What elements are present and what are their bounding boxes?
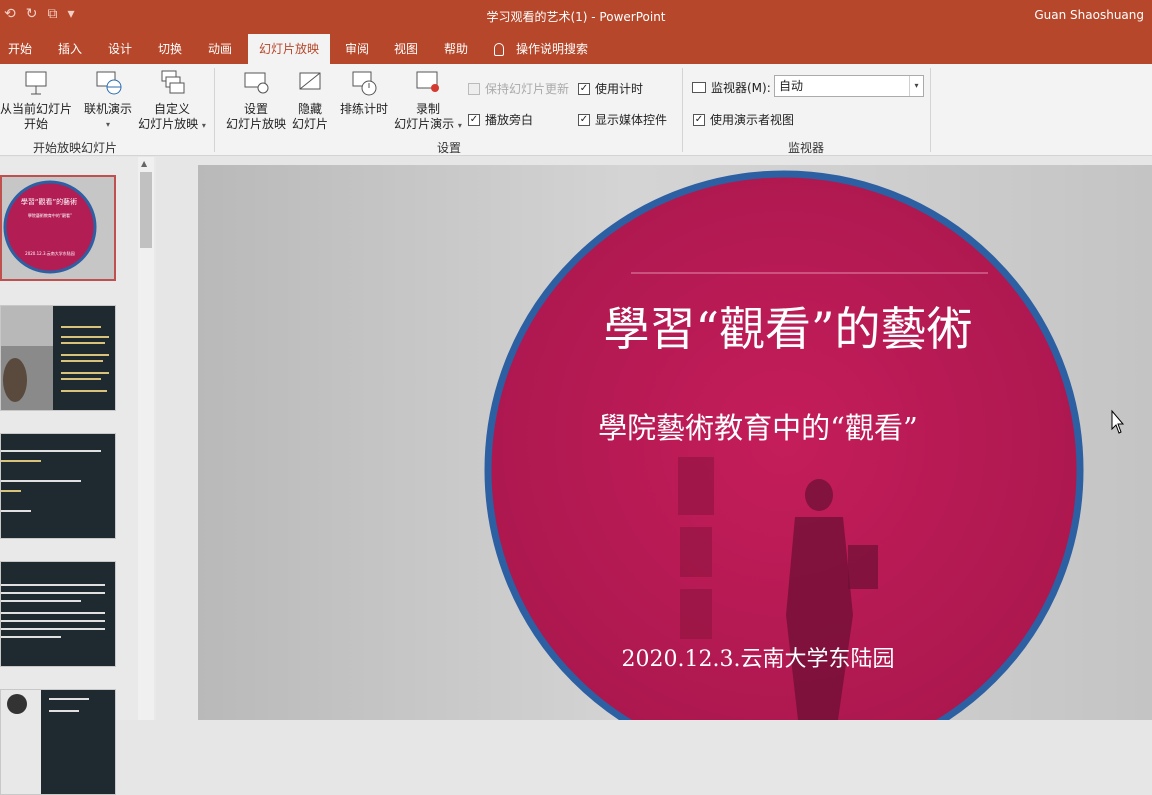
scroll-up-arrow-icon[interactable]: ▲	[141, 159, 147, 168]
slide-thumbnail-3[interactable]	[0, 433, 116, 539]
group-label-setup: 设置	[436, 141, 461, 155]
slide-canvas[interactable]: 學習“觀看”的藝術 學院藝術教育中的“觀看” 2020.12.3.云南大学东陆园	[198, 165, 1152, 720]
use-timings-checkbox[interactable]: ✓ 使用计时	[578, 80, 643, 97]
from-current-slide-button[interactable]: 从当前幻灯片 开始	[0, 68, 72, 132]
chevron-down-icon: ▾	[105, 120, 110, 129]
thumbnail-subtitle: 學院藝術教育中的“觀看”	[27, 213, 73, 218]
slide-thumbnail-2[interactable]	[0, 305, 116, 411]
record-icon	[413, 68, 443, 98]
monitor-select[interactable]: 自动 ▾	[774, 75, 924, 97]
checkmark-icon: ✓	[578, 113, 590, 126]
tell-me-search[interactable]: 操作说明搜索	[494, 34, 604, 64]
stopwatch-icon	[349, 68, 379, 98]
thumbnail-title: 學習“觀看”的藝術	[20, 198, 78, 206]
slide-thumbnail-1[interactable]: 學習“觀看”的藝術 學院藝術教育中的“觀看” 2020.12.3.云南大学东陆园	[0, 175, 116, 281]
record-slideshow-button[interactable]: 录制 幻灯片演示 ▾	[392, 68, 464, 133]
hide-slide-button[interactable]: 隐藏 幻灯片	[290, 68, 330, 132]
slide-thumbnail-4[interactable]	[0, 561, 116, 667]
scrollbar-thumb[interactable]	[140, 172, 152, 248]
user-name[interactable]: Guan Shaoshuang	[1034, 8, 1144, 22]
keep-slides-updated-checkbox[interactable]: 保持幻灯片更新	[468, 80, 569, 97]
chevron-down-icon: ▾	[457, 121, 462, 130]
slide-thumbnail-pane: 學習“觀看”的藝術 學院藝術教育中的“觀看” 2020.12.3.云南大学东陆园	[0, 157, 156, 795]
tab-design[interactable]: 设计	[100, 34, 140, 64]
tab-help[interactable]: 帮助	[436, 34, 476, 64]
rehearse-timings-button[interactable]: 排练计时	[336, 68, 392, 117]
thumbnail-slide-art	[1, 690, 89, 794]
hide-slide-icon	[295, 68, 325, 98]
show-media-controls-checkbox[interactable]: ✓ 显示媒体控件	[578, 111, 667, 128]
custom-slideshow-button[interactable]: 自定义 幻灯片放映 ▾	[136, 68, 208, 133]
slide-thumbnail-5[interactable]	[0, 689, 116, 795]
lightbulb-icon	[494, 43, 504, 56]
play-narrations-checkbox[interactable]: ✓ 播放旁白	[468, 111, 533, 128]
monitor-icon	[692, 82, 706, 93]
tab-insert[interactable]: 插入	[50, 34, 90, 64]
slide-date[interactable]: 2020.12.3.云南大学东陆园	[578, 641, 938, 673]
custom-slideshow-icon	[157, 68, 187, 98]
checkmark-icon: ✓	[468, 113, 480, 126]
tab-slideshow[interactable]: 幻灯片放映	[248, 34, 330, 64]
group-divider	[682, 68, 683, 152]
ribbon: 从当前幻灯片 开始 联机演示 ▾ 自定义 幻灯片放映 ▾ 开始放映幻灯片 设置 …	[0, 64, 1152, 156]
checkmark-icon: ✓	[578, 82, 590, 95]
present-online-icon	[93, 68, 123, 98]
group-label-monitors: 监视器	[787, 141, 824, 155]
checkbox-box	[468, 82, 480, 95]
thumbnail-scrollbar[interactable]: ▲	[138, 157, 154, 720]
present-online-button[interactable]: 联机演示 ▾	[80, 68, 136, 132]
projector-screen-icon	[21, 68, 51, 98]
group-divider	[930, 68, 931, 152]
chevron-down-icon: ▾	[201, 121, 206, 130]
move-cursor-icon	[1111, 409, 1125, 434]
thumbnail-slide-art	[1, 450, 101, 512]
tab-view[interactable]: 视图	[386, 34, 426, 64]
thumbnail-slide-art	[1, 584, 105, 638]
title-bar: ⟲ ↻ ⧉ ▾ 学习观看的艺术(1) - PowerPoint Guan Sha…	[0, 0, 1152, 34]
group-divider	[214, 68, 215, 152]
tab-transitions[interactable]: 切换	[150, 34, 190, 64]
setup-slideshow-icon	[241, 68, 271, 98]
thumbnail-date: 2020.12.3.云南大学东陆园	[25, 251, 75, 256]
thumbnail-slide-art	[2, 177, 114, 279]
chevron-down-icon: ▾	[909, 76, 923, 96]
use-presenter-view-checkbox[interactable]: ✓ 使用演示者视图	[693, 111, 794, 128]
slide-title[interactable]: 學習“觀看”的藝術	[528, 293, 1048, 359]
tab-review[interactable]: 审阅	[337, 34, 377, 64]
setup-slideshow-button[interactable]: 设置 幻灯片放映	[222, 68, 290, 132]
tab-animations[interactable]: 动画	[200, 34, 240, 64]
checkmark-icon: ✓	[693, 113, 705, 126]
slide-subtitle[interactable]: 學院藝術教育中的“觀看”	[538, 405, 978, 447]
monitor-label: 监视器(M):	[692, 79, 771, 96]
tab-home[interactable]: 开始	[0, 34, 40, 64]
document-title: 学习观看的艺术(1) - PowerPoint	[486, 10, 666, 24]
ribbon-tabs: 开始 插入 设计 切换 动画 幻灯片放映 审阅 视图 帮助 操作说明搜索	[0, 34, 1152, 64]
group-label-start-show: 开始放映幻灯片	[32, 141, 117, 155]
thumbnail-slide-art	[1, 306, 109, 410]
